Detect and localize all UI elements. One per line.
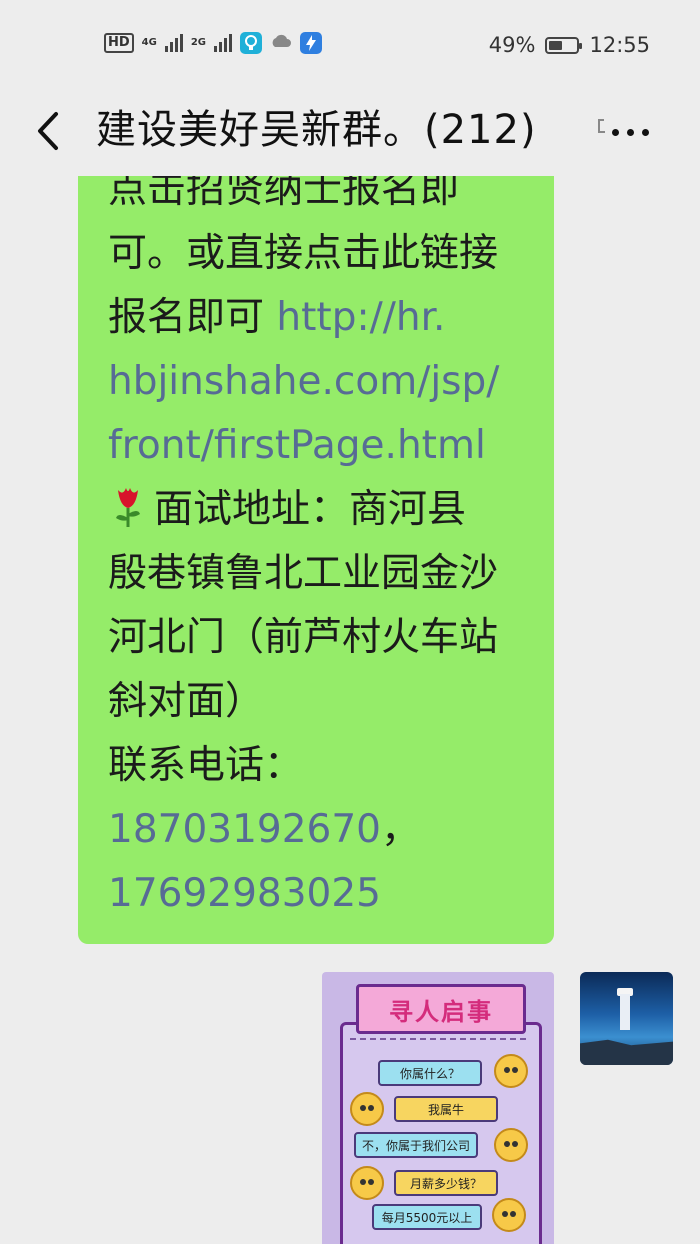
- address-line: 殷巷镇鲁北工业园金沙: [108, 551, 499, 596]
- address-line: 面试地址：商河县: [108, 478, 534, 542]
- message-text-part: 报名即可: [108, 295, 277, 340]
- status-bar: HD 4G 2G 49% 12:55: [0, 0, 700, 90]
- poster-dialog: 月薪多少钱？: [394, 1170, 498, 1196]
- poster-heading: 寻人启事: [356, 984, 526, 1034]
- coast-land: [580, 1039, 673, 1065]
- address-label: 面试地址：商河县: [154, 487, 467, 532]
- signal-2g-icon: [214, 34, 233, 52]
- message-line: 报名即可 http://hr.: [108, 286, 534, 350]
- battery-percent: 49%: [488, 33, 536, 57]
- mute-icon: [596, 114, 608, 144]
- signal-2g-label: 2G: [190, 37, 207, 48]
- poster-dialog: 你属什么？: [378, 1060, 482, 1086]
- message-bubble[interactable]: 点击招贤纳士报名即 可。或直接点击此链接 报名即可 http://hr. hbj…: [78, 176, 554, 944]
- phone-number[interactable]: 18703192670: [108, 807, 381, 852]
- cloud-icon: [270, 33, 292, 53]
- emoji-face-icon: [350, 1092, 384, 1126]
- poster-dialog: 我属牛: [394, 1096, 498, 1122]
- hd-icon: HD: [104, 33, 134, 53]
- battery-fill: [549, 40, 563, 50]
- address-line: 河北门（前芦村火车站: [108, 615, 499, 660]
- message-text: 点击招贤纳士报名即 可。或直接点击此链接 报名即可 http://hr. hbj…: [108, 176, 534, 926]
- emoji-face-icon: [494, 1128, 528, 1162]
- message-line: 可。或直接点击此链接: [108, 231, 499, 276]
- registration-link[interactable]: http://hr.: [276, 295, 445, 340]
- phone-number[interactable]: 17692983025: [108, 862, 534, 926]
- poster-divider: [350, 1038, 526, 1050]
- image-message[interactable]: 寻人启事 你属什么？ 我属牛 不，你属于我们公司 月薪多少钱？ 每月5500元以…: [322, 972, 554, 1244]
- avatar[interactable]: [580, 972, 673, 1065]
- emoji-face-icon: [494, 1054, 528, 1088]
- registration-link[interactable]: hbjinshahe.com/jsp/: [108, 350, 534, 414]
- phone-line: 18703192670，: [108, 798, 534, 862]
- chat-title: 建设美好吴新群。(212): [96, 107, 537, 153]
- poster-dialog: 不，你属于我们公司: [354, 1132, 478, 1158]
- emoji-face-icon: [350, 1166, 384, 1200]
- address-line: 斜对面）: [108, 679, 265, 724]
- leaf-battery-icon: [545, 36, 583, 54]
- flash-app-icon: [300, 32, 323, 54]
- status-icons-right: 49% 12:55: [489, 33, 650, 57]
- message-line: 点击招贤纳士报名即: [108, 176, 460, 212]
- phone-separator: ，: [380, 807, 420, 852]
- poster-dialog: 每月5500元以上: [372, 1204, 482, 1230]
- phone-label: 联系电话：: [108, 743, 304, 788]
- status-icons-left: HD 4G 2G: [104, 32, 323, 54]
- rose-icon: [116, 488, 140, 527]
- clock-time: 12:55: [589, 33, 650, 57]
- signal-4g-icon: [164, 34, 183, 52]
- lighthouse: [620, 994, 630, 1030]
- emoji-face-icon: [492, 1198, 526, 1232]
- signal-4g-label: 4G: [141, 37, 157, 48]
- more-dots-icon[interactable]: [612, 112, 662, 152]
- chat-header: 建设美好吴新群。(212): [0, 90, 700, 176]
- registration-link[interactable]: front/firstPage.html: [108, 414, 534, 478]
- chevron-left-icon[interactable]: [30, 106, 70, 156]
- bulb-app-icon: [240, 32, 263, 54]
